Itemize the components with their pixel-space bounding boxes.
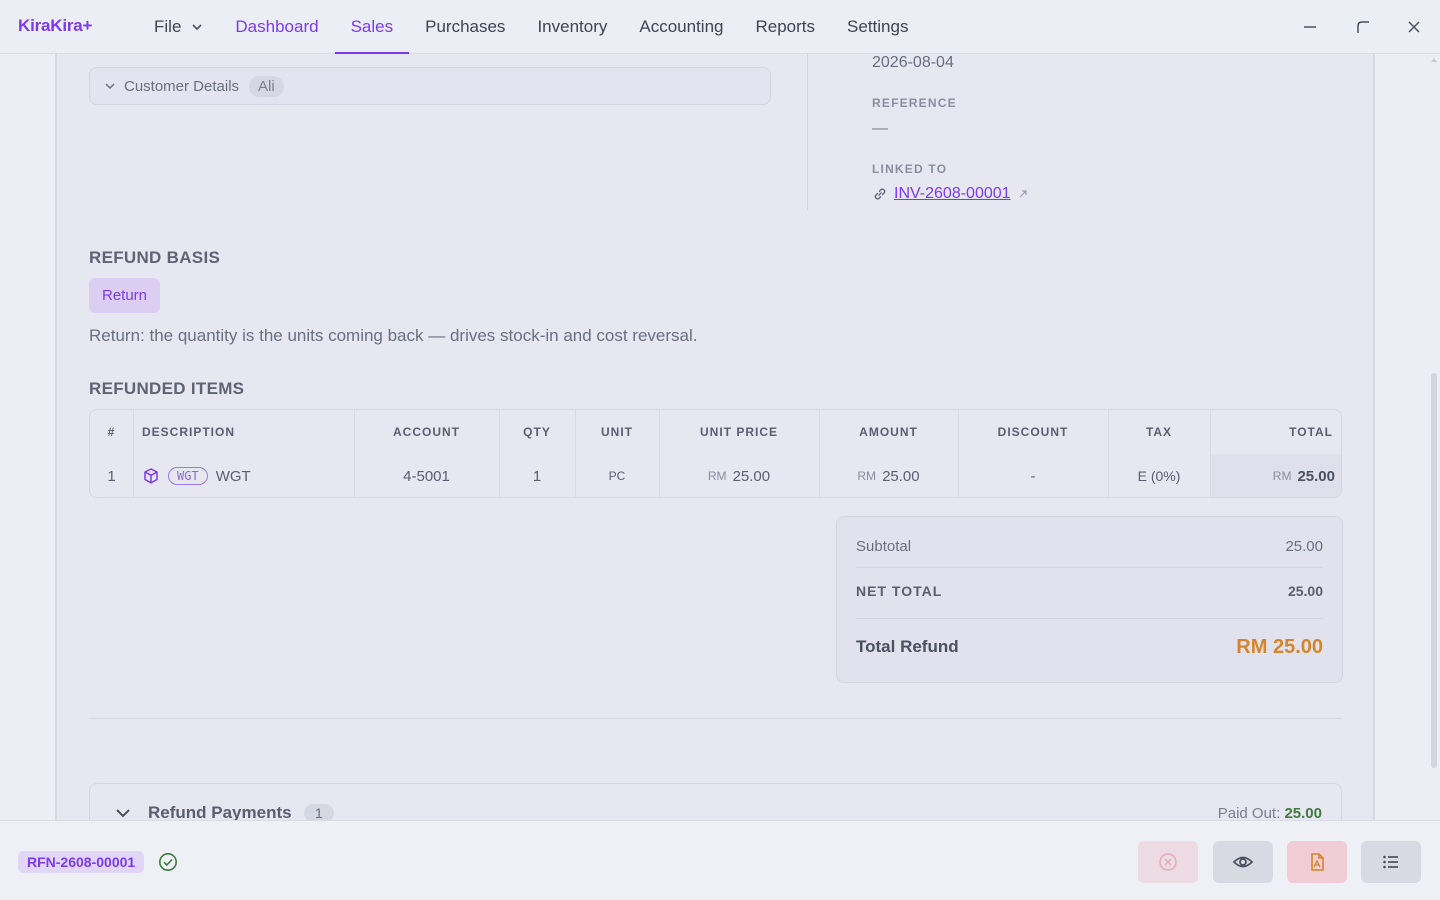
paid-out-label: Paid Out: — [1217, 805, 1281, 820]
total-refund-label: Total Refund — [856, 637, 959, 656]
eye-icon — [1232, 856, 1254, 868]
reference-value: — — [872, 120, 888, 137]
column-divider — [807, 54, 808, 210]
restore-icon — [1357, 21, 1369, 33]
refund-basis-title: REFUND BASIS — [89, 248, 221, 267]
col-header-qty: QTY — [523, 425, 551, 439]
currency-label: RM — [1272, 469, 1292, 483]
chevron-down-icon — [105, 83, 115, 90]
row-tax: E (0%) — [1137, 468, 1181, 484]
scroll-up-icon[interactable] — [1430, 56, 1438, 64]
chevron-down-icon — [192, 24, 202, 31]
customer-details-toggle[interactable]: Customer Details Ali — [89, 67, 771, 105]
total-value: 25.00 — [1297, 467, 1335, 485]
currency-label: RM — [707, 469, 727, 483]
col-header-tax: TAX — [1145, 425, 1173, 439]
bottom-action-bar: RFN-2608-00001 — [0, 820, 1440, 900]
col-header-account: ACCOUNT — [393, 425, 460, 439]
row-total: RM 25.00 — [1211, 454, 1341, 497]
refunded-items-table: # DESCRIPTION ACCOUNT QTY UNIT UNIT PRIC… — [89, 409, 1342, 498]
menu-dashboard[interactable]: Dashboard — [219, 0, 334, 54]
totals-divider — [856, 567, 1323, 568]
menu-settings[interactable]: Settings — [831, 0, 924, 54]
close-icon — [1408, 21, 1420, 33]
list-view-button[interactable] — [1361, 841, 1421, 883]
row-qty: 1 — [532, 467, 542, 485]
minimize-button[interactable] — [1284, 0, 1336, 54]
col-header-unit-price: UNIT PRICE — [699, 425, 778, 439]
col-header-total: TOTAL — [1289, 425, 1333, 439]
refund-basis-return-option[interactable]: Return — [89, 278, 160, 313]
link-icon — [874, 188, 886, 200]
void-button[interactable] — [1138, 841, 1198, 883]
refund-payments-title: Refund Payments — [148, 803, 292, 820]
app-logo: KiraKira+ — [18, 16, 93, 35]
menu-reports[interactable]: Reports — [740, 0, 832, 54]
row-account: 4-5001 — [403, 467, 450, 485]
item-name: WGT — [215, 467, 251, 485]
document-number-badge: RFN-2608-00001 — [18, 851, 145, 873]
pdf-file-icon — [1311, 853, 1324, 871]
export-pdf-button[interactable] — [1287, 841, 1347, 883]
row-amount: RM 25.00 — [819, 454, 958, 497]
section-divider — [89, 718, 1342, 719]
total-refund-value: RM 25.00 — [1236, 635, 1323, 658]
col-header-no: # — [107, 425, 116, 439]
refund-payments-count-badge: 1 — [304, 804, 334, 820]
refunded-items-title: REFUNDED ITEMS — [89, 379, 245, 398]
col-header-unit: UNIT — [601, 425, 633, 439]
minimize-icon — [1304, 26, 1316, 28]
net-total-label: NET TOTAL — [856, 583, 943, 599]
menu-accounting[interactable]: Accounting — [623, 0, 739, 54]
col-header-amount: AMOUNT — [859, 425, 918, 439]
row-discount: - — [1030, 467, 1036, 485]
restore-button[interactable] — [1337, 0, 1389, 54]
net-total-value: 25.00 — [1287, 583, 1323, 599]
col-header-description: DESCRIPTION — [142, 425, 236, 439]
close-window-button[interactable] — [1388, 0, 1440, 54]
refund-document-panel: Customer Details Ali 2026-08-04 REFERENC… — [55, 54, 1375, 820]
linked-document: INV-2608-00001 — [872, 185, 1029, 203]
linked-to-label: LINKED TO — [872, 162, 948, 176]
row-number: 1 — [107, 467, 116, 485]
menu-purchases[interactable]: Purchases — [409, 0, 521, 54]
paid-out-summary: Paid Out: 25.00 — [1218, 805, 1322, 820]
paid-out-value: 25.00 — [1284, 805, 1322, 820]
chevron-down-icon[interactable] — [114, 804, 132, 820]
list-icon — [1383, 855, 1398, 869]
row-unit-price: RM 25.00 — [659, 454, 819, 497]
unit-price-value: 25.00 — [732, 467, 771, 485]
refund-basis-description: Return: the quantity is the units coming… — [89, 326, 698, 345]
subtotal-value: 25.00 — [1285, 537, 1323, 555]
currency-label: RM — [857, 469, 877, 483]
customer-name-badge: Ali — [249, 75, 284, 97]
menu-inventory[interactable]: Inventory — [521, 0, 623, 54]
linked-invoice-link[interactable]: INV-2608-00001 — [894, 185, 1011, 203]
main-menu: File Dashboard Sales Purchases Inventory… — [138, 0, 924, 54]
refund-payments-section[interactable]: Refund Payments 1 Paid Out: 25.00 — [89, 783, 1342, 820]
check-circle-icon — [159, 853, 177, 871]
table-column-separator — [133, 410, 134, 497]
row-unit: PC — [608, 469, 626, 483]
col-header-discount: DISCOUNT — [997, 425, 1069, 439]
totals-divider — [856, 618, 1323, 619]
amount-value: 25.00 — [882, 467, 920, 485]
totals-summary: Subtotal 25.00 NET TOTAL 25.00 Total Ref… — [836, 516, 1343, 683]
document-date: 2026-08-04 — [872, 54, 954, 71]
scrollbar-thumb[interactable] — [1431, 373, 1437, 768]
item-code-badge: WGT — [168, 467, 208, 485]
top-bar: KiraKira+ File Dashboard Sales Purchases… — [0, 0, 1440, 54]
cancel-circle-icon — [1159, 853, 1177, 871]
subtotal-label: Subtotal — [856, 537, 912, 555]
menu-file-label: File — [154, 17, 182, 36]
menu-sales[interactable]: Sales — [334, 0, 410, 54]
reference-label: REFERENCE — [872, 96, 957, 110]
menu-file[interactable]: File — [138, 0, 219, 54]
package-icon — [144, 468, 158, 484]
external-link-icon[interactable] — [1017, 188, 1029, 200]
row-description[interactable]: WGT WGT — [142, 454, 352, 497]
preview-button[interactable] — [1213, 841, 1273, 883]
customer-details-label: Customer Details — [124, 77, 240, 95]
